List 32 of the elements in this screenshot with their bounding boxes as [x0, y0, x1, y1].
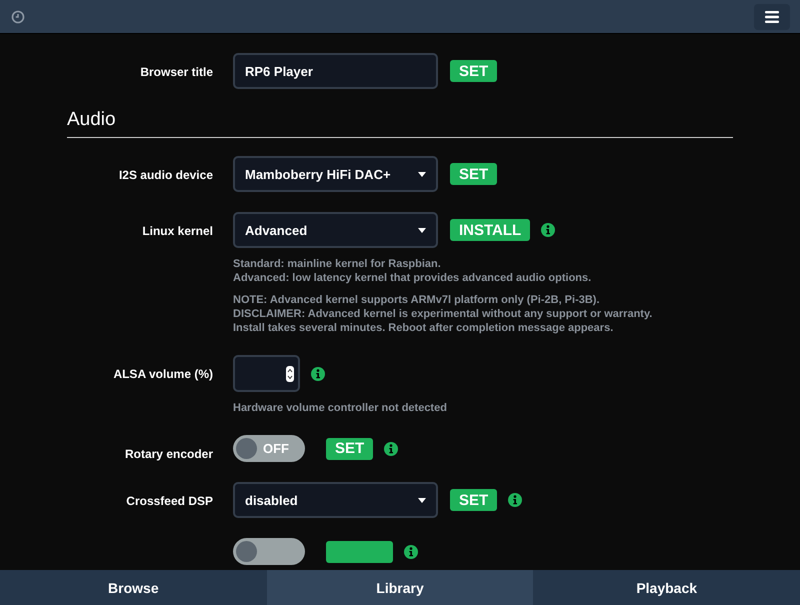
- setting-label: Rotary encoder: [124, 447, 213, 461]
- number-field[interactable]: [233, 355, 300, 392]
- help-text: NOTE: Advanced kernel supports ARMv7l platform only (Pi-2B, Pi-3B). DISCLAIMER: Advanced kernel is experimental without any support or warranty. Install takes several minutes. Reboot after completion message appears.: [233, 293, 652, 335]
- caret-icon: [418, 498, 426, 502]
- help-text: Standard: mainline kernel for Raspbian. Advanced: low latency kernel that provides advanced audio options.: [233, 257, 592, 285]
- setting-label: Browser title: [140, 65, 213, 79]
- menu-icon: [765, 10, 779, 22]
- text-field[interactable]: RP6 Player: [233, 53, 438, 89]
- toggle-switch[interactable]: [233, 538, 305, 565]
- caret-icon: [418, 228, 426, 232]
- setting-label: Linux kernel: [142, 224, 213, 238]
- info-icon[interactable]: [541, 223, 556, 237]
- info-icon[interactable]: [384, 442, 398, 456]
- info-icon[interactable]: [311, 366, 325, 380]
- setting-label: Crossfeed DSP: [126, 494, 213, 508]
- clock-icon[interactable]: [11, 10, 25, 24]
- setting-label: ALSA volume (%): [113, 367, 213, 381]
- menu-button[interactable]: [754, 4, 790, 30]
- nav-tab[interactable]: Library: [266, 570, 534, 605]
- help-text: Hardware volume controller not detected: [233, 401, 447, 415]
- dropdown[interactable]: disabled: [233, 482, 438, 518]
- dropdown[interactable]: Mamboberry HiFi DAC+: [233, 156, 438, 192]
- set-button[interactable]: [326, 540, 393, 562]
- caret-icon: [418, 172, 426, 176]
- nav-tab[interactable]: Browse: [0, 570, 267, 605]
- nav-tab[interactable]: Playback: [533, 570, 800, 605]
- info-icon[interactable]: [508, 493, 522, 507]
- section-heading: Audio: [67, 109, 117, 131]
- spinner-icon[interactable]: [286, 366, 294, 382]
- dropdown[interactable]: Advanced: [233, 212, 438, 248]
- info-icon[interactable]: [404, 544, 418, 558]
- setting-label: I2S audio device: [118, 168, 213, 182]
